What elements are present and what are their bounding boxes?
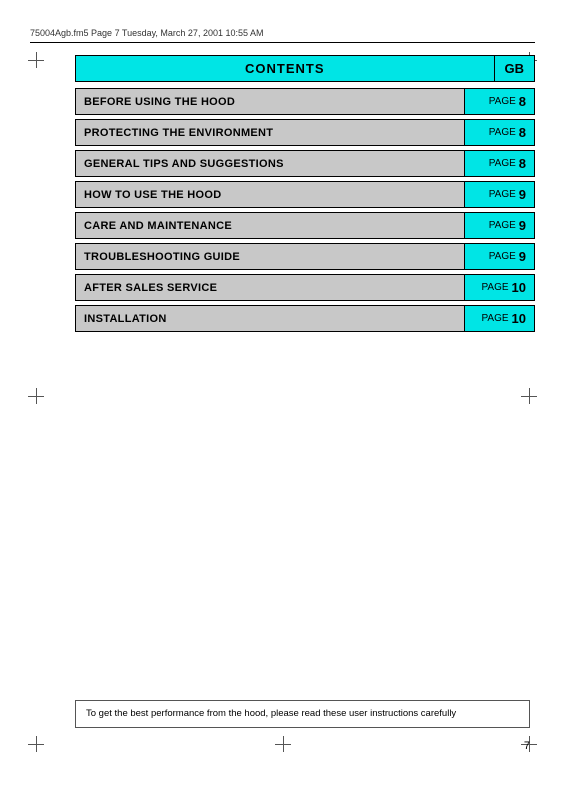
contents-header-row: CONTENTS GB [75, 55, 535, 82]
toc-item-page: PAGE 10 [464, 275, 534, 300]
toc-item: INSTALLATION PAGE 10 [75, 305, 535, 332]
header-filename: 75004Agb.fm5 Page 7 Tuesday, March 27, 2… [30, 28, 264, 38]
toc-item-page: PAGE 8 [464, 120, 534, 145]
page: 75004Agb.fm5 Page 7 Tuesday, March 27, 2… [0, 0, 565, 800]
header: 75004Agb.fm5 Page 7 Tuesday, March 27, 2… [30, 28, 535, 38]
toc-item: PROTECTING THE ENVIRONMENT PAGE 8 [75, 119, 535, 146]
toc-item: CARE AND MAINTENANCE PAGE 9 [75, 212, 535, 239]
toc-item-label: HOW TO USE THE HOOD [76, 182, 464, 207]
toc-item-page: PAGE 8 [464, 151, 534, 176]
toc-item-label: AFTER SALES SERVICE [76, 275, 464, 300]
footer-note: To get the best performance from the hoo… [75, 700, 530, 728]
toc-item: TROUBLESHOOTING GUIDE PAGE 9 [75, 243, 535, 270]
crosshair-mid-right [521, 388, 537, 404]
contents-title-cell: CONTENTS [76, 56, 494, 81]
toc-item-label: INSTALLATION [76, 306, 464, 331]
contents-gb-label: GB [505, 61, 525, 76]
toc-item-page: PAGE 9 [464, 182, 534, 207]
toc-item: AFTER SALES SERVICE PAGE 10 [75, 274, 535, 301]
content-area: CONTENTS GB BEFORE USING THE HOOD PAGE 8… [75, 55, 535, 336]
footer-note-text: To get the best performance from the hoo… [86, 708, 456, 719]
page-number: 7 [524, 740, 530, 752]
toc-list: BEFORE USING THE HOOD PAGE 8 PROTECTING … [75, 88, 535, 332]
crosshair-top-left [28, 52, 44, 68]
crosshair-bot-mid [275, 736, 291, 752]
crosshair-mid-left [28, 388, 44, 404]
toc-item-label: PROTECTING THE ENVIRONMENT [76, 120, 464, 145]
toc-item-page: PAGE 8 [464, 89, 534, 114]
toc-item-label: GENERAL TIPS AND SUGGESTIONS [76, 151, 464, 176]
toc-item: GENERAL TIPS AND SUGGESTIONS PAGE 8 [75, 150, 535, 177]
header-line [30, 42, 535, 43]
toc-item-page: PAGE 9 [464, 244, 534, 269]
contents-gb-cell: GB [494, 56, 535, 81]
crosshair-bot-left [28, 736, 44, 752]
contents-title: CONTENTS [245, 61, 325, 76]
toc-item-label: CARE AND MAINTENANCE [76, 213, 464, 238]
toc-item-page: PAGE 9 [464, 213, 534, 238]
toc-item: HOW TO USE THE HOOD PAGE 9 [75, 181, 535, 208]
toc-item: BEFORE USING THE HOOD PAGE 8 [75, 88, 535, 115]
toc-item-label: BEFORE USING THE HOOD [76, 89, 464, 114]
toc-item-label: TROUBLESHOOTING GUIDE [76, 244, 464, 269]
toc-item-page: PAGE 10 [464, 306, 534, 331]
